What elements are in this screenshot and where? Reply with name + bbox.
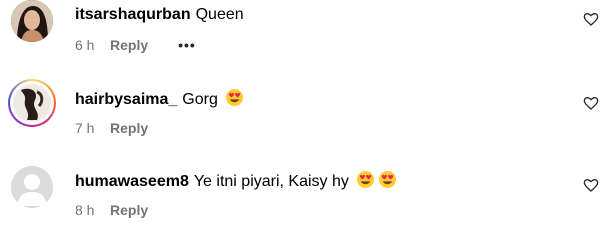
comment-text: Ye itni piyari, Kaisy hy — [193, 173, 349, 190]
comment-time[interactable]: 7 h — [75, 119, 110, 137]
comment-text: Queen — [195, 6, 244, 23]
comment-body: hairbysaima_ Gorg — [75, 88, 244, 110]
story-ring — [10, 81, 54, 125]
more-options-icon[interactable]: ••• — [178, 36, 196, 54]
reply-button[interactable]: Reply — [110, 36, 148, 54]
heart-eyes-emoji-icon — [357, 170, 375, 189]
like-heart-icon[interactable] — [583, 177, 599, 193]
comment-time[interactable]: 8 h — [75, 201, 110, 219]
reply-button[interactable]: Reply — [110, 201, 148, 219]
comment-username[interactable]: humawaseem8 — [75, 173, 189, 190]
default-user-icon — [11, 166, 53, 208]
reply-button[interactable]: Reply — [110, 119, 148, 137]
avatar[interactable] — [8, 79, 56, 127]
comment-body: itsarshaqurban Queen — [75, 5, 244, 25]
comment-username[interactable]: itsarshaqurban — [75, 6, 191, 23]
comment-body: humawaseem8 Ye itni piyari, Kaisy hy — [75, 170, 397, 192]
heart-eyes-emoji-icon — [226, 88, 244, 107]
comment-meta: 8 h Reply — [75, 201, 148, 219]
avatar-image — [13, 84, 51, 122]
like-heart-icon[interactable] — [583, 11, 599, 27]
avatar[interactable] — [11, 0, 53, 42]
heart-eyes-emoji-icon — [379, 170, 397, 189]
comment-meta: 6 h Reply ••• — [75, 36, 196, 54]
comment-time[interactable]: 6 h — [75, 36, 110, 54]
comment-username[interactable]: hairbysaima_ — [75, 91, 177, 108]
comment-text: Gorg — [182, 91, 218, 108]
avatar[interactable] — [11, 166, 53, 208]
like-heart-icon[interactable] — [583, 95, 599, 111]
comment-meta: 7 h Reply — [75, 119, 148, 137]
